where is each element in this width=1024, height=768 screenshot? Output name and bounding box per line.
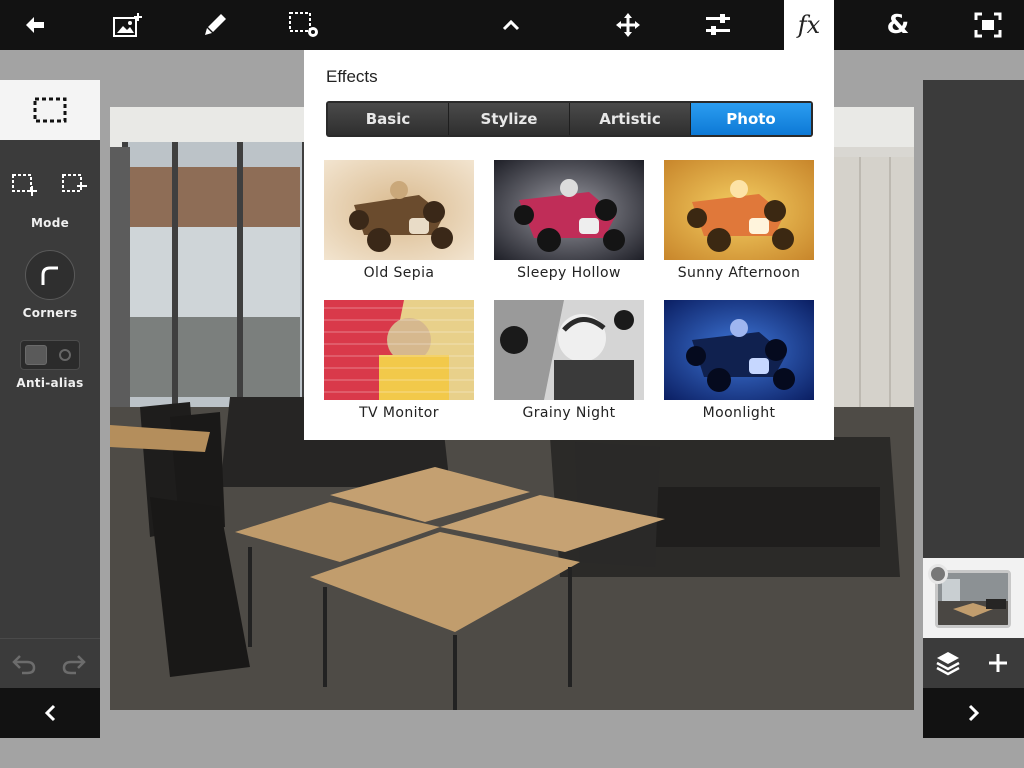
corners-button[interactable] bbox=[25, 250, 75, 300]
effect-thumbnail bbox=[324, 160, 474, 260]
mode-label: Mode bbox=[30, 216, 70, 230]
right-panel bbox=[923, 80, 1024, 558]
rounded-corner-icon bbox=[41, 266, 58, 285]
layer-visibility-badge[interactable] bbox=[928, 564, 948, 584]
layer-tools-bar bbox=[923, 638, 1024, 688]
effects-title: Effects bbox=[326, 67, 378, 86]
effect-thumbnail bbox=[324, 300, 474, 400]
effect-thumbnail bbox=[494, 300, 644, 400]
tab-stylize[interactable]: Stylize bbox=[449, 103, 570, 135]
tab-photo[interactable]: Photo bbox=[691, 103, 811, 135]
effect-label: Sleepy Hollow bbox=[517, 265, 621, 281]
anti-alias-label: Anti-alias bbox=[16, 376, 84, 390]
back-arrow-icon[interactable] bbox=[10, 0, 60, 50]
redo-icon[interactable] bbox=[62, 653, 86, 679]
effect-thumbnail bbox=[494, 160, 644, 260]
effect-grainy-night[interactable]: Grainy Night bbox=[494, 300, 644, 421]
chevron-up-icon[interactable] bbox=[486, 0, 536, 50]
add-selection-icon[interactable] bbox=[12, 174, 38, 200]
subtract-selection-icon[interactable] bbox=[62, 174, 88, 200]
left-tool-panel: Mode Corners Anti-alias bbox=[0, 80, 100, 638]
effect-label: TV Monitor bbox=[359, 405, 439, 421]
effect-label: Grainy Night bbox=[522, 405, 616, 421]
fx-icon[interactable]: fx bbox=[784, 0, 834, 50]
fullscreen-icon[interactable] bbox=[963, 0, 1013, 50]
ampersand-label: & bbox=[886, 10, 910, 40]
effect-thumbnail bbox=[664, 300, 814, 400]
corners-label: Corners bbox=[22, 306, 78, 320]
layer-thumbnail-image bbox=[938, 573, 1008, 625]
effect-label: Old Sepia bbox=[363, 265, 435, 281]
marquee-icon bbox=[33, 97, 67, 123]
add-image-icon[interactable] bbox=[103, 0, 153, 50]
collapse-left-button[interactable] bbox=[0, 688, 100, 738]
rect-select-tool[interactable] bbox=[0, 80, 100, 140]
effect-tv-monitor[interactable]: TV Monitor bbox=[324, 300, 474, 421]
anti-alias-toggle[interactable] bbox=[20, 340, 80, 370]
expand-right-button[interactable] bbox=[923, 688, 1024, 738]
effect-thumbnail bbox=[664, 160, 814, 260]
effects-popup: Effects Basic Stylize Artistic Photo Old… bbox=[304, 50, 834, 440]
effect-old-sepia[interactable]: Old Sepia bbox=[324, 160, 474, 281]
effect-label: Sunny Afternoon bbox=[677, 265, 801, 281]
layers-icon[interactable] bbox=[935, 650, 961, 680]
effect-label: Moonlight bbox=[702, 405, 776, 421]
effects-tab-bar: Basic Stylize Artistic Photo bbox=[326, 101, 813, 137]
layer-list bbox=[923, 558, 1024, 638]
chevron-left-icon bbox=[44, 704, 56, 722]
top-toolbar: fx & bbox=[0, 0, 1024, 50]
fx-label: fx bbox=[797, 11, 821, 39]
sliders-icon[interactable] bbox=[693, 0, 743, 50]
selection-settings-icon[interactable] bbox=[279, 0, 329, 50]
effect-moonlight[interactable]: Moonlight bbox=[664, 300, 814, 421]
undo-icon[interactable] bbox=[12, 653, 36, 679]
add-layer-icon[interactable] bbox=[987, 652, 1009, 678]
chevron-right-icon bbox=[968, 704, 979, 722]
ampersand-icon[interactable]: & bbox=[873, 0, 923, 50]
tab-artistic[interactable]: Artistic bbox=[570, 103, 691, 135]
tab-basic[interactable]: Basic bbox=[328, 103, 449, 135]
toggle-knob bbox=[25, 345, 47, 365]
brush-icon[interactable] bbox=[190, 0, 240, 50]
undo-redo-bar bbox=[0, 638, 100, 688]
move-icon[interactable] bbox=[603, 0, 653, 50]
toggle-off-indicator bbox=[59, 349, 71, 361]
effect-sunny-afternoon[interactable]: Sunny Afternoon bbox=[664, 160, 814, 281]
effect-sleepy-hollow[interactable]: Sleepy Hollow bbox=[494, 160, 644, 281]
